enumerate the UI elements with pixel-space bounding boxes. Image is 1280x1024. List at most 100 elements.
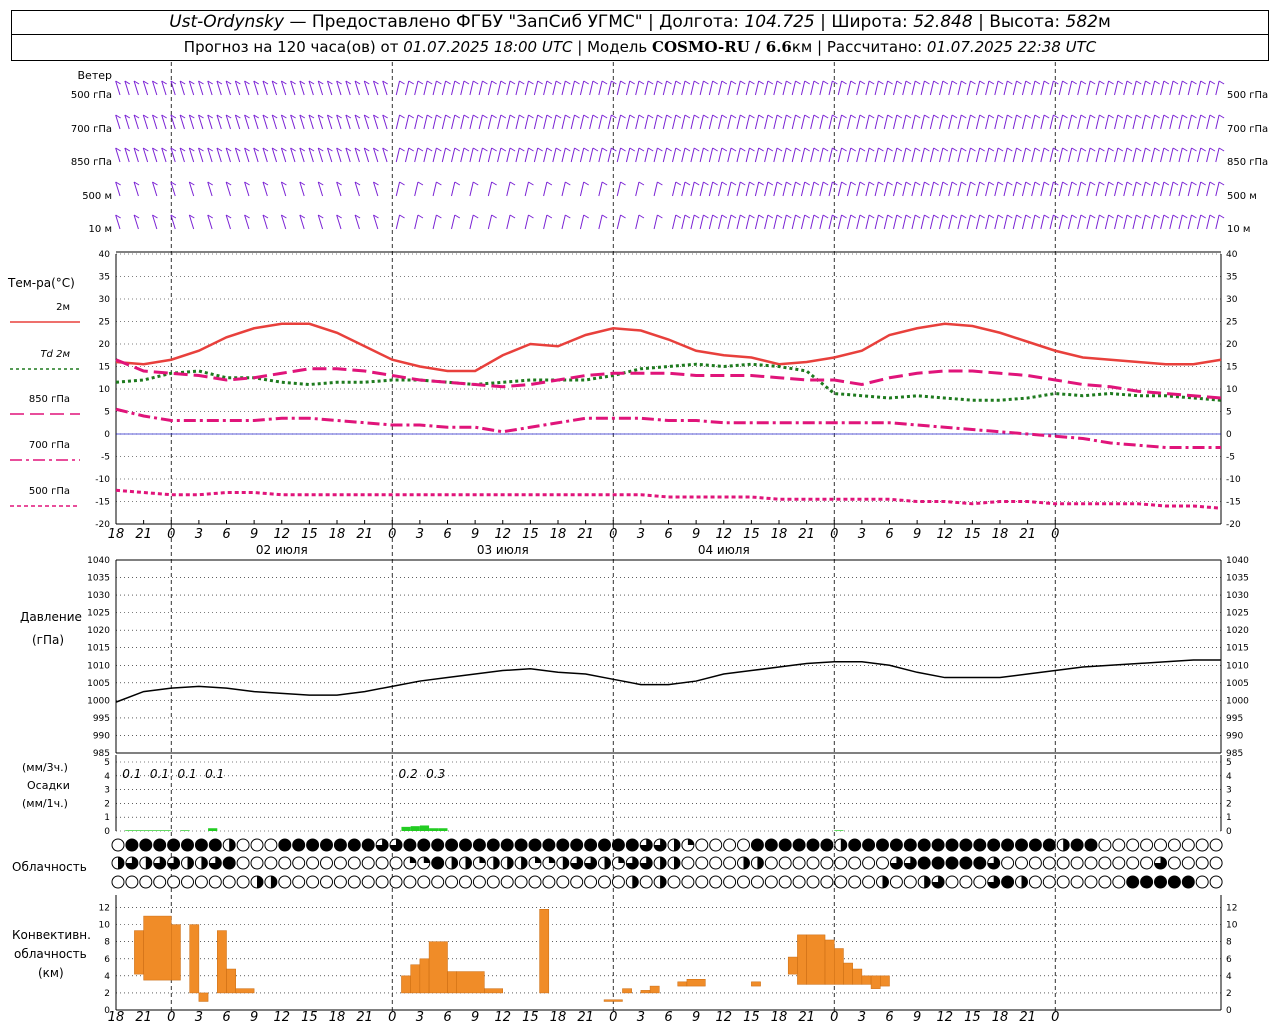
wind-barb xyxy=(708,214,714,230)
wind-barb xyxy=(1132,181,1137,197)
wind-barb-feather xyxy=(914,181,921,186)
wind-barb xyxy=(451,80,456,96)
precip-bar xyxy=(134,830,144,831)
cloud-symbol xyxy=(778,856,792,870)
temp-tick-right: 5 xyxy=(1226,408,1232,418)
precip-3h-value: 0.3 xyxy=(426,767,445,781)
wind-barb xyxy=(727,147,732,163)
wind-barb xyxy=(1206,114,1211,130)
wind-barb xyxy=(1187,214,1192,230)
wind-barb-feather xyxy=(1080,114,1087,119)
cloud-symbol xyxy=(806,875,820,889)
wind-barb-feather xyxy=(1099,181,1105,186)
wind-barb xyxy=(800,80,806,96)
cloud-fill xyxy=(604,857,611,869)
wind-barb xyxy=(497,80,502,96)
cloud-symbol xyxy=(486,838,500,852)
wind-barb xyxy=(1031,80,1036,96)
temp-tick-left: 5 xyxy=(104,408,110,418)
cloud-fill xyxy=(1021,876,1028,888)
wind-barb xyxy=(469,181,474,197)
wind-barb-feather xyxy=(528,214,534,219)
wind-barb xyxy=(423,114,428,130)
wind-barb-feather xyxy=(638,114,645,119)
wind-barb-feather xyxy=(740,114,746,119)
cloud-symbol xyxy=(403,856,417,870)
wind-barb-feather xyxy=(850,181,857,186)
wind-barb-feather xyxy=(1145,214,1151,219)
wind-barb-feather xyxy=(1209,80,1216,85)
wind-barb xyxy=(1141,181,1146,197)
wind-barb-feather xyxy=(519,80,525,85)
wind-level-label: 500 м xyxy=(82,191,112,202)
cloud-symbol xyxy=(1056,856,1070,870)
wind-barb-feather xyxy=(638,80,645,85)
wind-barb-feather xyxy=(565,181,571,186)
cloud-symbol xyxy=(695,875,709,889)
temp-tick-left: 20 xyxy=(99,340,111,350)
cloud-symbol xyxy=(125,875,139,889)
wind-barb-feather xyxy=(767,80,774,85)
cloud-circle xyxy=(320,875,333,889)
cloud-symbol xyxy=(111,875,125,889)
wind-barb xyxy=(764,147,769,163)
conv-tick-left: 6 xyxy=(104,955,110,965)
wind-barb xyxy=(782,181,787,197)
wind-barb-feather xyxy=(767,214,774,219)
cloud-circle xyxy=(1126,856,1140,870)
cloud-circle xyxy=(778,856,792,870)
wind-barb-feather xyxy=(647,147,654,152)
cloud-fill xyxy=(493,857,500,869)
cloud-circle xyxy=(139,875,153,889)
wind-barb xyxy=(681,147,686,163)
cloud-circle xyxy=(889,875,903,889)
wind-barb-feather xyxy=(961,214,967,219)
wind-barb-feather xyxy=(703,181,709,186)
wind-barb xyxy=(819,80,824,96)
wind-barb-feather xyxy=(1080,214,1087,219)
wind-barb xyxy=(561,114,566,130)
wind-barb xyxy=(1215,80,1220,96)
cloud-fill xyxy=(598,839,611,851)
wind-barb xyxy=(1123,114,1128,130)
wind-barb xyxy=(745,80,750,96)
x-tick-label-bottom: 6 xyxy=(664,1010,672,1024)
cloud-fill xyxy=(153,839,166,851)
cloud-symbol xyxy=(709,856,723,870)
cloud-fill xyxy=(409,857,416,863)
cloud-symbol xyxy=(945,856,959,870)
cloud-symbol xyxy=(1070,856,1084,870)
wind-barb xyxy=(616,80,622,96)
x-tick-label-bottom: 21 xyxy=(1019,1010,1036,1024)
wind-barb xyxy=(920,181,925,197)
cloud-fill xyxy=(612,839,625,851)
cloud-circle xyxy=(1154,838,1167,852)
wind-barb xyxy=(506,114,511,130)
cloud-fill xyxy=(632,876,639,888)
wind-barb xyxy=(782,80,787,96)
pressure-tick-right: 1015 xyxy=(1226,644,1249,654)
wind-barb-feather xyxy=(1172,147,1179,152)
x-tick-label-bottom: 0 xyxy=(609,1010,617,1024)
cloud-circle xyxy=(1112,856,1126,870)
pressure-tick-left: 1010 xyxy=(87,661,110,671)
pressure-panel: 985 985990 990995 9951000 10001005 10051010 10… xyxy=(20,556,1249,759)
wind-barb-feather xyxy=(592,80,599,85)
cloud-symbol xyxy=(542,838,556,852)
x-tick-label-bottom: 0 xyxy=(388,1010,396,1024)
wind-barb-feather xyxy=(868,214,875,219)
cloud-circle xyxy=(834,856,848,870)
wind-barb xyxy=(487,80,493,96)
wind-barb-feather xyxy=(657,80,663,85)
wind-barb-feather xyxy=(942,181,949,186)
cloud-symbol xyxy=(1028,856,1042,870)
cloud-symbol xyxy=(862,856,876,870)
wind-barb xyxy=(1196,181,1202,197)
wind-barb-feather xyxy=(721,181,728,186)
wind-barb xyxy=(948,80,953,96)
cloud-symbol xyxy=(1084,875,1098,889)
wind-level-label-right: 850 гПа xyxy=(1227,157,1268,168)
cloud-symbol xyxy=(584,838,598,852)
cloud-symbol xyxy=(417,856,431,870)
wind-barb-feather xyxy=(1071,214,1078,219)
